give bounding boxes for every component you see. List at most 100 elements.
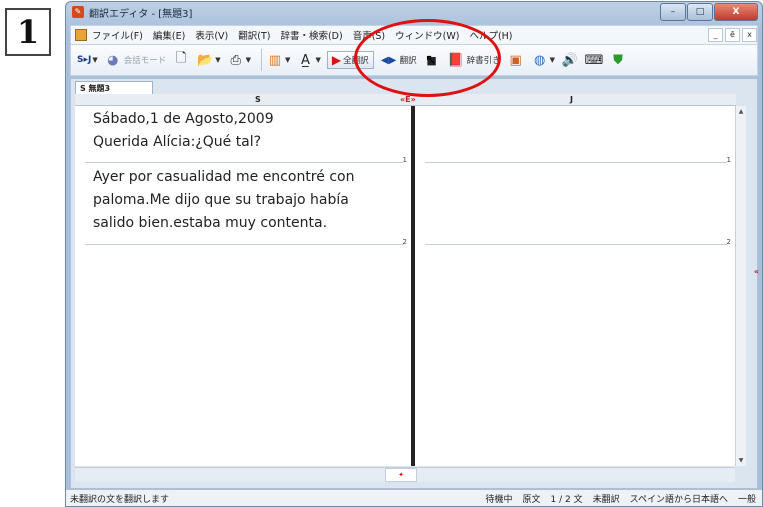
chevron-down-icon: ▼	[92, 56, 98, 64]
speech-button[interactable]: 🔊	[561, 51, 579, 69]
segment-divider	[85, 162, 403, 163]
close-button[interactable]: X	[714, 3, 758, 21]
translate-one-button[interactable]: ◀▶ 翻訳	[380, 51, 417, 69]
language-pair-label: S▸J	[77, 55, 92, 65]
menu-help[interactable]: ヘルプ(H)	[464, 28, 517, 42]
language-pair-dropdown[interactable]: S▸J ▼	[75, 55, 98, 65]
layout-button[interactable]: ▥ ▼	[266, 51, 291, 69]
speaker-icon: 🔊	[561, 52, 579, 68]
vertical-scrollbar[interactable]: ▲ ▼	[735, 106, 746, 466]
app-icon: ✎	[72, 6, 84, 18]
document-icon[interactable]	[75, 29, 87, 41]
title-bar: ✎ 翻訳エディタ - [無題3] – □ X	[66, 2, 762, 22]
toolbar: S▸J ▼ ◕ 会話モード 🗋 📂 ▼ ⎙ ▼ ▥ ▼ A̲ ▼ ▶ 全翻訳 ◀…	[70, 44, 758, 76]
book-icon: ▣	[509, 52, 522, 68]
source-pane[interactable]: Sábado,1 de Agosto,2009 Querida Alícia:¿…	[75, 106, 411, 466]
dictionary-lookup-label: 辞書引き	[466, 56, 501, 66]
mdi-controls: _ ē x	[706, 28, 757, 42]
status-state: 待機中	[485, 494, 513, 505]
segment-number: 1	[726, 156, 731, 164]
status-level: 一般	[737, 494, 756, 505]
keyboard-icon: ⌨	[584, 52, 604, 68]
chevron-down-icon: ▼	[215, 56, 221, 64]
keyboard-button[interactable]: ⌨	[584, 51, 604, 69]
source-line[interactable]: Sábado,1 de Agosto,2009	[93, 108, 274, 131]
splitter-mark[interactable]: «E»	[400, 94, 416, 105]
status-text-kind: 原文	[522, 494, 541, 505]
mouse-cursor-icon: ↖	[425, 52, 437, 68]
open-document-button[interactable]: 📂 ▼	[196, 51, 220, 69]
text-format-button[interactable]: A̲ ▼	[296, 51, 321, 69]
window-title: 翻訳エディタ - [無題3]	[89, 8, 193, 20]
dictionary-lookup-button[interactable]: 📕 辞書引き	[447, 51, 501, 69]
print-button[interactable]: ⎙ ▼	[227, 51, 251, 69]
new-document-icon: 🗋	[176, 51, 187, 66]
segment-number: 2	[402, 238, 407, 246]
horizontal-scrollbar[interactable]: ✦	[75, 467, 735, 482]
target-column-header: J	[570, 95, 573, 104]
menu-edit[interactable]: 編集(E)	[148, 28, 190, 42]
speech-bubble-icon: ◕	[107, 52, 119, 68]
document-area: S 無題3 S «E» J Sábado,1 de Agosto,2009 Qu…	[70, 78, 759, 489]
translate-all-button[interactable]: ▶ 全翻訳	[326, 51, 374, 69]
menu-view[interactable]: 表示(V)	[190, 28, 233, 42]
source-line[interactable]: paloma.Me dijo que su trabajo había	[93, 189, 349, 212]
status-translation-state: 未翻訳	[592, 494, 620, 505]
dictionary-icon: 📕	[447, 52, 464, 68]
scroll-up-icon[interactable]: ▲	[736, 108, 746, 115]
shield-icon: ⛊	[613, 52, 623, 68]
menu-dictionary[interactable]: 辞書・検索(D)	[275, 28, 347, 42]
play-icon: ▶	[331, 53, 342, 67]
conversation-mode-button[interactable]: ◕ 会話モード	[104, 51, 167, 69]
translation-editor-window: ✎ 翻訳エディタ - [無題3] – □ X ファイル(F) 編集(E) 表示(…	[65, 1, 763, 507]
toolbar-separator	[261, 49, 263, 71]
translate-one-label: 翻訳	[399, 56, 417, 66]
status-direction: スペイン語から日本語へ	[629, 494, 728, 505]
document-tab[interactable]: S 無題3	[75, 81, 153, 94]
open-folder-icon: 📂	[197, 52, 214, 68]
step-number-badge: 1	[5, 8, 51, 56]
chevron-down-icon: ▼	[245, 56, 252, 64]
translate-all-label: 全翻訳	[343, 56, 369, 66]
menu-file[interactable]: ファイル(F)	[87, 28, 148, 42]
new-document-button[interactable]: 🗋	[172, 51, 190, 69]
window-controls: – □ X	[659, 3, 758, 21]
translate-step-icon: ◀▶	[380, 54, 397, 66]
mdi-minimize-button[interactable]: _	[708, 28, 723, 42]
segment-divider	[425, 244, 727, 245]
chevron-down-icon: ▼	[285, 56, 291, 64]
status-position: 1 / 2 文	[550, 494, 583, 505]
mdi-restore-button[interactable]: ē	[725, 28, 740, 42]
translation-pane[interactable]: 1 2	[415, 106, 735, 466]
status-bar: 未翻訳の文を翻訳します 待機中 原文 1 / 2 文 未翻訳 スペイン語から日本…	[66, 489, 762, 506]
menu-speech[interactable]: 音声(S)	[348, 28, 390, 42]
book-button[interactable]: ▣	[507, 51, 525, 69]
segment-number: 2	[726, 238, 731, 246]
side-panel-toggle-icon[interactable]: «	[754, 267, 759, 276]
segment-divider	[85, 244, 403, 245]
source-column-header: S	[255, 95, 261, 104]
minimize-button[interactable]: –	[660, 3, 686, 21]
splitter-handle-icon[interactable]: ✦	[385, 468, 417, 482]
segment-number: 1	[402, 156, 407, 164]
menu-window[interactable]: ウィンドウ(W)	[390, 28, 464, 42]
status-fields: 待機中 原文 1 / 2 文 未翻訳 スペイン語から日本語へ 一般	[475, 492, 756, 505]
status-message: 未翻訳の文を翻訳します	[70, 494, 170, 505]
column-headers: S «E» J	[75, 94, 736, 106]
printer-icon: ⎙	[230, 52, 241, 68]
conversation-mode-label: 会話モード	[123, 56, 167, 66]
chevron-down-icon: ▼	[315, 56, 321, 64]
scroll-down-icon[interactable]: ▼	[736, 457, 746, 464]
source-line[interactable]: Ayer por casualidad me encontré con	[93, 166, 354, 189]
source-line[interactable]: salido bien.estaba muy contenta.	[93, 212, 327, 235]
globe-icon: ◍	[533, 52, 546, 68]
segment-divider	[425, 162, 727, 163]
layout-columns-icon: ▥	[268, 52, 282, 68]
menu-translate[interactable]: 翻訳(T)	[233, 28, 275, 42]
menu-bar: ファイル(F) 編集(E) 表示(V) 翻訳(T) 辞書・検索(D) 音声(S)…	[70, 25, 758, 45]
source-line[interactable]: Querida Alícia:¿Qué tal?	[93, 131, 261, 154]
security-button[interactable]: ⛊	[609, 51, 627, 69]
web-button[interactable]: ◍ ▼	[531, 51, 555, 69]
mdi-close-button[interactable]: x	[742, 28, 757, 42]
maximize-button[interactable]: □	[687, 3, 713, 21]
